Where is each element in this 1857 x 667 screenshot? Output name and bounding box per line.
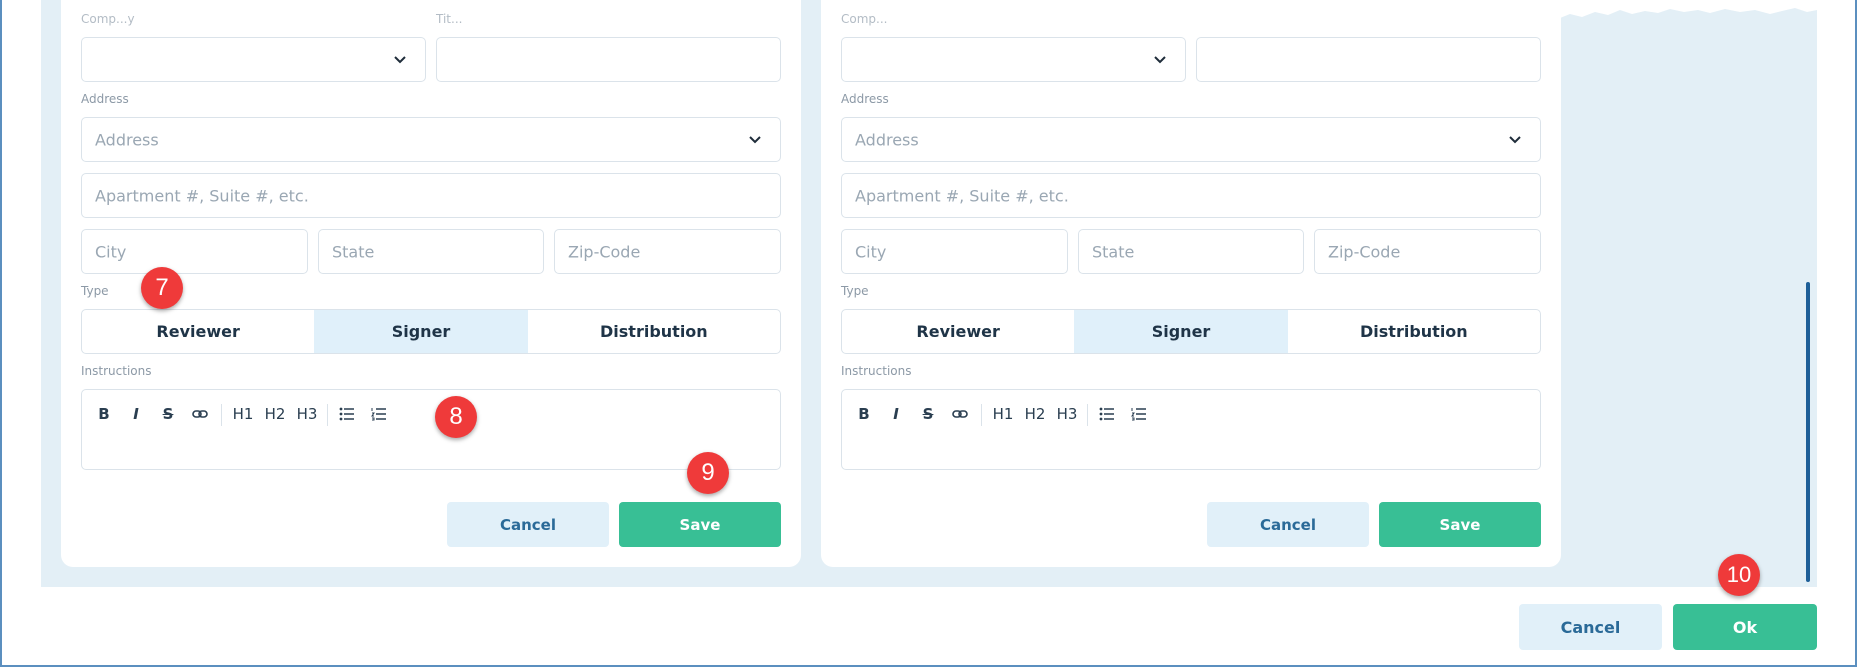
bullet-list-icon[interactable] xyxy=(335,390,359,438)
contact-card-right xyxy=(821,0,1561,567)
instructions-editor[interactable]: B I S H1 H2 H3 xyxy=(81,389,781,470)
heading1-icon[interactable]: H1 xyxy=(989,390,1017,438)
apartment-placeholder: Apartment #, Suite #, etc. xyxy=(855,186,1069,205)
title-input[interactable] xyxy=(436,37,781,82)
instructions-label: Instructions xyxy=(841,364,912,378)
link-icon[interactable] xyxy=(188,390,212,438)
instructions-label: Instructions xyxy=(81,364,152,378)
italic-icon[interactable]: I xyxy=(884,390,908,438)
address-placeholder: Address xyxy=(95,130,159,149)
heading3-icon[interactable]: H3 xyxy=(293,390,321,438)
italic-icon[interactable]: I xyxy=(124,390,148,438)
type-label: Type xyxy=(841,284,869,298)
modal-ok-button[interactable]: Ok xyxy=(1673,604,1817,650)
city-placeholder: City xyxy=(95,242,127,261)
type-option-reviewer[interactable]: Reviewer xyxy=(82,310,314,353)
toolbar-divider xyxy=(221,404,222,426)
company-select[interactable] xyxy=(841,37,1186,82)
strikethrough-icon[interactable]: S xyxy=(156,390,180,438)
bullet-list-icon[interactable] xyxy=(1095,390,1119,438)
strikethrough-icon[interactable]: S xyxy=(916,390,940,438)
type-segmented-control: Reviewer Signer Distribution xyxy=(841,309,1541,354)
type-label: Type xyxy=(81,284,109,298)
state-placeholder: State xyxy=(1092,242,1135,261)
title-label: Tit... xyxy=(436,12,463,26)
chevron-down-icon xyxy=(1154,55,1166,63)
zip-input[interactable]: Zip-Code xyxy=(1314,229,1541,274)
type-option-distribution[interactable]: Distribution xyxy=(528,310,780,353)
card-cancel-button[interactable]: Cancel xyxy=(447,502,609,547)
zip-input[interactable]: Zip-Code xyxy=(554,229,781,274)
toolbar-divider xyxy=(981,404,982,426)
apartment-input[interactable]: Apartment #, Suite #, etc. xyxy=(81,173,781,218)
heading2-icon[interactable]: H2 xyxy=(1021,390,1049,438)
toolbar-divider xyxy=(327,404,328,426)
heading1-icon[interactable]: H1 xyxy=(229,390,257,438)
numbered-list-icon[interactable] xyxy=(1127,390,1151,438)
state-input[interactable]: State xyxy=(1078,229,1304,274)
state-placeholder: State xyxy=(332,242,375,261)
apartment-placeholder: Apartment #, Suite #, etc. xyxy=(95,186,309,205)
type-segmented-control: Reviewer Signer Distribution xyxy=(81,309,781,354)
type-option-signer[interactable]: Signer xyxy=(1074,310,1288,353)
apartment-input[interactable]: Apartment #, Suite #, etc. xyxy=(841,173,1541,218)
zip-placeholder: Zip-Code xyxy=(1328,242,1401,261)
address-select[interactable]: Address xyxy=(841,117,1541,162)
city-placeholder: City xyxy=(855,242,887,261)
link-icon[interactable] xyxy=(948,390,972,438)
city-input[interactable]: City xyxy=(81,229,308,274)
card-save-button[interactable]: Save xyxy=(619,502,781,547)
modal-cancel-button[interactable]: Cancel xyxy=(1519,604,1662,650)
heading2-icon[interactable]: H2 xyxy=(261,390,289,438)
company-label: Comp... xyxy=(841,12,888,26)
city-input[interactable]: City xyxy=(841,229,1068,274)
chevron-down-icon xyxy=(394,55,406,63)
vertical-scrollbar[interactable] xyxy=(1806,282,1810,582)
type-option-distribution[interactable]: Distribution xyxy=(1288,310,1540,353)
card-cancel-button[interactable]: Cancel xyxy=(1207,502,1369,547)
address-label: Address xyxy=(81,92,129,106)
annotation-badge-10: 10 xyxy=(1718,554,1760,596)
bold-icon[interactable]: B xyxy=(852,390,876,438)
address-label: Address xyxy=(841,92,889,106)
address-select[interactable]: Address xyxy=(81,117,781,162)
torn-edge-decoration xyxy=(1560,0,1817,30)
address-placeholder: Address xyxy=(855,130,919,149)
annotation-badge-7: 7 xyxy=(141,267,183,309)
company-label: Comp...y xyxy=(81,12,135,26)
chevron-down-icon xyxy=(1509,135,1521,143)
title-input[interactable] xyxy=(1196,37,1541,82)
zip-placeholder: Zip-Code xyxy=(568,242,641,261)
numbered-list-icon[interactable] xyxy=(367,390,391,438)
heading3-icon[interactable]: H3 xyxy=(1053,390,1081,438)
card-save-button[interactable]: Save xyxy=(1379,502,1541,547)
type-option-signer[interactable]: Signer xyxy=(314,310,528,353)
annotation-badge-9: 9 xyxy=(687,452,729,494)
instructions-editor[interactable]: B I S H1 H2 H3 xyxy=(841,389,1541,470)
chevron-down-icon xyxy=(749,135,761,143)
state-input[interactable]: State xyxy=(318,229,544,274)
toolbar-divider xyxy=(1087,404,1088,426)
type-option-reviewer[interactable]: Reviewer xyxy=(842,310,1074,353)
annotation-badge-8: 8 xyxy=(435,396,477,438)
company-select[interactable] xyxy=(81,37,426,82)
bold-icon[interactable]: B xyxy=(92,390,116,438)
